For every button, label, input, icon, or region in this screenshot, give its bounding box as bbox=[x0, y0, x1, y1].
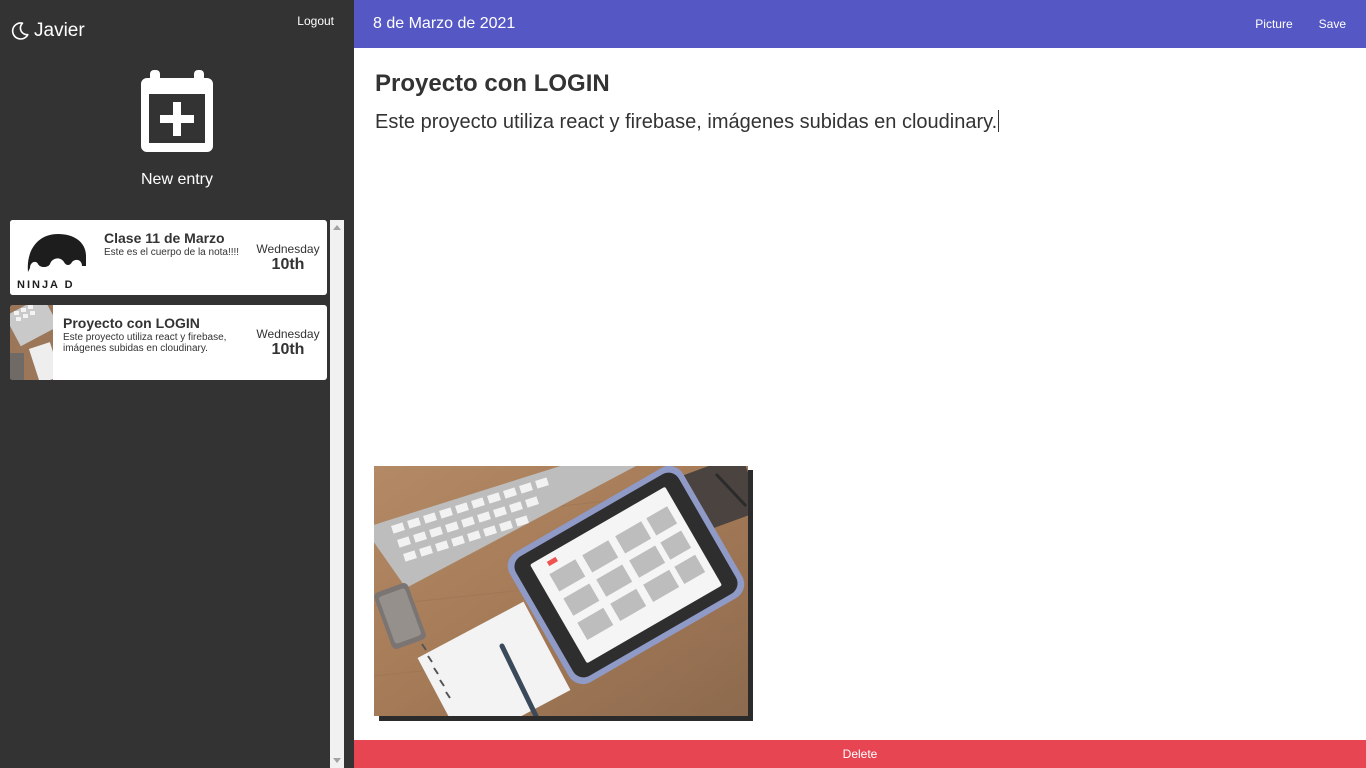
moon-icon bbox=[11, 22, 29, 40]
entry-thumbnail: NINJA D bbox=[10, 220, 94, 295]
note-body-text: Este proyecto utiliza react y firebase, … bbox=[375, 111, 998, 133]
calendar-plus-icon bbox=[141, 70, 213, 152]
entries-scrollbar[interactable] bbox=[330, 220, 344, 768]
note-title-input[interactable] bbox=[375, 70, 1335, 98]
journal-entry[interactable]: NINJA D Clase 11 de Marzo Este es el cue… bbox=[10, 220, 327, 295]
entry-title: Clase 11 de Marzo bbox=[104, 230, 225, 246]
scroll-up-arrow-icon[interactable] bbox=[333, 225, 341, 230]
entry-date: Wednesday 10th bbox=[253, 305, 327, 380]
entry-text: Este proyecto utiliza react y firebase, … bbox=[63, 332, 227, 354]
entry-day: Wednesday bbox=[256, 242, 320, 256]
note-appbar: 8 de Marzo de 2021 Picture Save bbox=[354, 0, 1366, 48]
delete-button[interactable]: Delete bbox=[354, 740, 1366, 768]
entries-list: NINJA D Clase 11 de Marzo Este es el cue… bbox=[10, 220, 328, 768]
note-body-textarea[interactable]: Este proyecto utiliza react y firebase, … bbox=[375, 110, 1335, 134]
sidebar-header: Javier Logout bbox=[0, 0, 354, 60]
logout-button[interactable]: Logout bbox=[297, 14, 334, 28]
entry-day: Wednesday bbox=[256, 327, 320, 341]
entry-body: Clase 11 de Marzo Este es el cuerpo de l… bbox=[94, 220, 253, 295]
desk-with-tablet-photo bbox=[374, 466, 748, 716]
save-button[interactable]: Save bbox=[1319, 17, 1346, 31]
entry-body: Proyecto con LOGIN Este proyecto utiliza… bbox=[53, 305, 253, 380]
ninja-logo-image: NINJA D bbox=[10, 220, 94, 295]
entry-day-number: 10th bbox=[271, 256, 305, 273]
new-entry-button[interactable]: New entry bbox=[0, 70, 354, 189]
new-entry-label: New entry bbox=[140, 171, 214, 188]
text-caret bbox=[998, 110, 1000, 132]
logo-lettering: NINJA D bbox=[17, 279, 75, 291]
sidebar: Javier Logout New entry NINJA D Clase 11… bbox=[0, 0, 354, 768]
note-date: 8 de Marzo de 2021 bbox=[373, 15, 516, 32]
entry-thumbnail bbox=[10, 305, 53, 380]
entry-text: Este es el cuerpo de la nota!!!! bbox=[104, 247, 240, 258]
note-image-frame bbox=[374, 466, 753, 721]
note-image bbox=[374, 466, 748, 716]
entry-date: Wednesday 10th bbox=[253, 220, 327, 295]
picture-button[interactable]: Picture bbox=[1255, 17, 1292, 31]
entry-title: Proyecto con LOGIN bbox=[63, 315, 200, 331]
scroll-down-arrow-icon[interactable] bbox=[333, 758, 341, 763]
note-editor: 8 de Marzo de 2021 Picture Save Este pro… bbox=[354, 0, 1366, 768]
user-info: Javier bbox=[10, 20, 85, 42]
user-name: Javier bbox=[34, 20, 85, 41]
entry-day-number: 10th bbox=[271, 341, 305, 358]
desk-photo-thumbnail bbox=[10, 305, 53, 380]
journal-entry[interactable]: Proyecto con LOGIN Este proyecto utiliza… bbox=[10, 305, 327, 380]
